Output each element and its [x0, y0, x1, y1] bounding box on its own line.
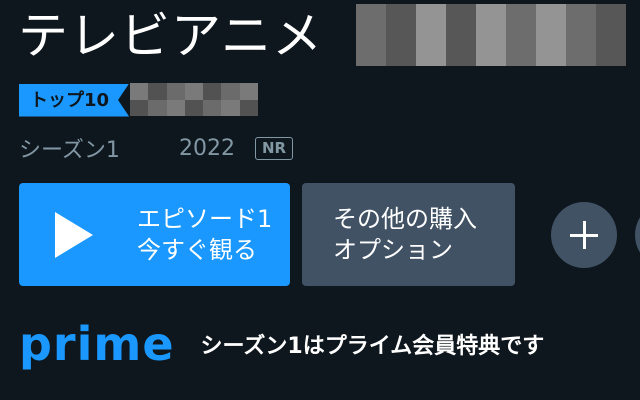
meta-row: シーズン1 2022 NR [19, 132, 294, 164]
redacted-title-mosaic [356, 4, 626, 66]
mosaic-cell [386, 45, 416, 66]
mosaic-cell [476, 45, 506, 66]
mosaic-cell [536, 4, 566, 25]
play-icon [55, 211, 93, 258]
mosaic-cell [166, 83, 185, 100]
mosaic-cell [536, 45, 566, 66]
mosaic-cell [203, 83, 222, 100]
mosaic-cell [166, 99, 185, 116]
play-episode-button[interactable]: エピソード1 今すぐ観る [19, 183, 290, 286]
mosaic-cell [446, 24, 476, 46]
page-title: テレビアニメ [18, 7, 323, 65]
other-purchase-options-button[interactable]: その他の購入 オプション [302, 183, 515, 286]
mosaic-cell [148, 83, 167, 100]
mosaic-cell [476, 24, 506, 46]
purchase-button-text: その他の購入 オプション [333, 204, 477, 266]
mosaic-cell [130, 99, 149, 116]
mosaic-cell [416, 45, 446, 66]
play-button-text: エピソード1 今すぐ観る [137, 204, 272, 266]
mosaic-cell [446, 45, 476, 66]
mosaic-cell [596, 45, 626, 66]
mosaic-cell [596, 4, 626, 25]
mosaic-cell [356, 45, 386, 66]
mosaic-cell [446, 4, 476, 25]
play-button-line1: エピソード1 [137, 204, 273, 233]
play-button-line2: 今すぐ観る [137, 235, 257, 264]
title-row: テレビアニメ [18, 4, 323, 68]
mosaic-cell [506, 4, 536, 25]
mosaic-cell [476, 4, 506, 25]
mosaic-cell [148, 99, 167, 116]
prime-row: prime シーズン1はプライム会員特典です [19, 316, 544, 372]
mosaic-cell [239, 83, 258, 100]
purchase-button-line2: オプション [333, 235, 453, 264]
redacted-rank-mosaic [130, 83, 258, 116]
mosaic-cell [184, 99, 204, 116]
mosaic-cell [130, 83, 149, 100]
mosaic-cell [596, 24, 626, 46]
mosaic-cell [239, 99, 258, 116]
detail-page: テレビアニメ トップ10 シーズン1 2022 NR エピソード1 今すぐ観る … [0, 0, 640, 400]
mosaic-cell [356, 4, 386, 25]
rating-badge: NR [255, 136, 294, 160]
mosaic-cell [221, 83, 240, 100]
mosaic-cell [356, 24, 386, 46]
mosaic-cell [566, 4, 596, 25]
mosaic-cell [386, 24, 416, 46]
mosaic-cell [536, 24, 566, 46]
prime-benefit-text: シーズン1はプライム会員特典です [200, 334, 545, 359]
mosaic-cell [506, 24, 536, 46]
mosaic-cell [203, 99, 222, 116]
season-label: シーズン1 [19, 138, 120, 163]
mosaic-cell [566, 45, 596, 66]
badge-row: トップ10 [19, 83, 130, 117]
purchase-button-line1: その他の購入 [333, 204, 477, 233]
mosaic-cell [506, 45, 536, 66]
mosaic-cell [566, 24, 596, 46]
release-year: 2022 [179, 135, 235, 161]
mosaic-cell [416, 4, 446, 25]
more-actions-button[interactable] [635, 202, 640, 268]
mosaic-cell [386, 4, 416, 25]
mosaic-cell [184, 83, 204, 100]
mosaic-cell [221, 99, 240, 116]
plus-icon [570, 221, 598, 249]
top10-badge: トップ10 [19, 83, 130, 117]
prime-logo: prime [19, 317, 175, 371]
add-to-watchlist-button[interactable] [551, 202, 617, 268]
mosaic-cell [416, 24, 446, 46]
